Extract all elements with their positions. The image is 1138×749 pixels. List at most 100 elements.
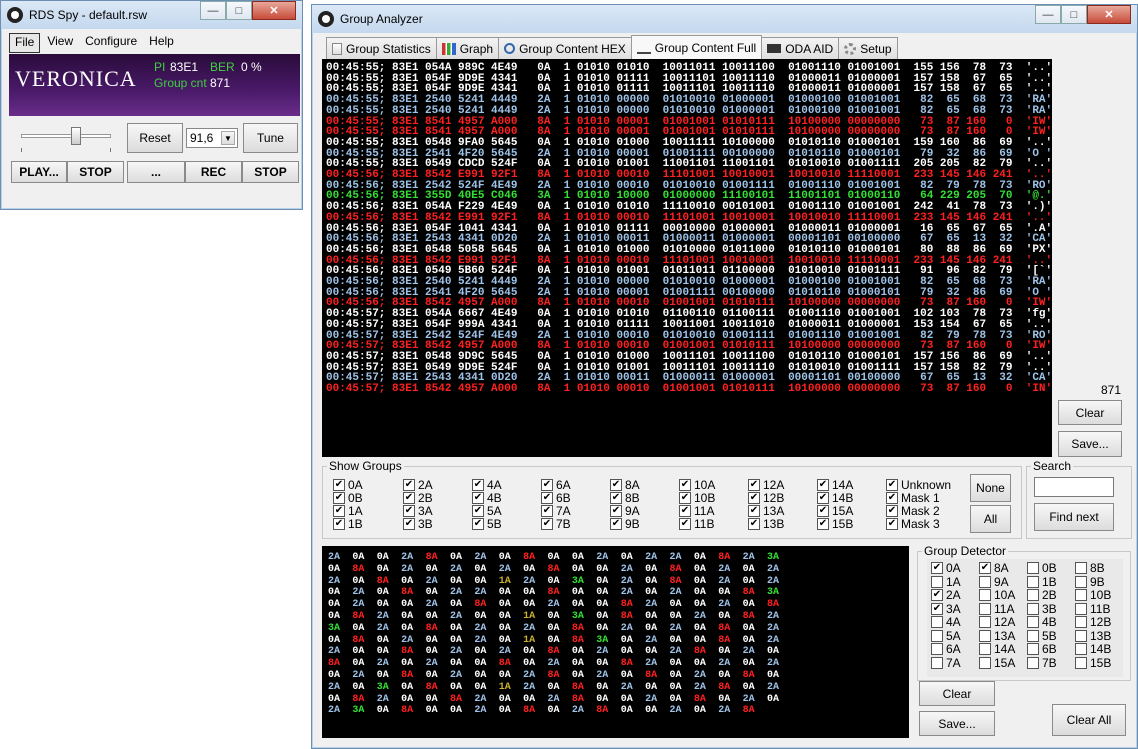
show-group-checkbox[interactable]: ✔ 6B [541, 491, 571, 505]
detector-checkbox[interactable]: 12B [1075, 615, 1111, 629]
detector-checkbox[interactable]: 3B [1027, 602, 1057, 616]
show-group-checkbox[interactable]: ✔ Mask 2 [886, 504, 940, 518]
close-button[interactable]: ✕ [1087, 5, 1131, 24]
detector-checkbox[interactable]: 12A [979, 615, 1015, 629]
show-group-checkbox[interactable]: ✔ 1A [333, 504, 363, 518]
show-group-checkbox[interactable]: ✔ 13A [748, 504, 784, 518]
detector-checkbox[interactable]: ✔ 2A [931, 588, 961, 602]
detector-checkbox[interactable]: 13B [1075, 629, 1111, 643]
detector-checkbox[interactable]: 9A [979, 575, 1009, 589]
detector-save-button[interactable]: Save... [919, 711, 995, 736]
show-group-checkbox[interactable]: ✔ 3A [403, 504, 433, 518]
detector-checkbox[interactable]: 6B [1027, 642, 1057, 656]
tune-button[interactable]: Tune [243, 123, 298, 153]
show-group-checkbox[interactable]: ✔ 9B [610, 517, 640, 531]
show-group-checkbox[interactable]: ✔ 11B [679, 517, 714, 531]
detector-checkbox[interactable]: ✔ 8A [979, 561, 1009, 575]
detector-checkbox[interactable]: 11A [979, 602, 1014, 616]
volume-slider-track[interactable] [21, 134, 111, 138]
minimize-button[interactable]: — [200, 1, 226, 20]
reset-button[interactable]: Reset [127, 123, 183, 153]
show-group-checkbox[interactable]: ✔ 4B [472, 491, 502, 505]
show-group-checkbox[interactable]: ✔ 6A [541, 478, 571, 492]
tab-oda-aid[interactable]: ODA AID [761, 37, 840, 59]
tab-group-content-hex[interactable]: Group Content HEX [498, 37, 632, 59]
show-group-checkbox[interactable]: ✔ 5B [472, 517, 502, 531]
show-group-checkbox[interactable]: ✔ 15A [817, 504, 853, 518]
tab-graph[interactable]: Graph [435, 37, 500, 59]
show-group-checkbox[interactable]: ✔ 3B [403, 517, 433, 531]
menu-view[interactable]: View [42, 33, 78, 53]
show-group-checkbox[interactable]: ✔ 10B [679, 491, 715, 505]
rec-button[interactable]: REC [185, 161, 242, 183]
none-button[interactable]: None [970, 474, 1011, 502]
stop-rec-button[interactable]: STOP [242, 161, 299, 183]
detector-checkbox[interactable]: 7A [931, 656, 961, 670]
menu-file[interactable]: File [9, 33, 41, 53]
detector-checkbox[interactable]: ✔ 0A [931, 561, 961, 575]
detector-checkbox[interactable]: 15A [979, 656, 1015, 670]
close-button[interactable]: ✕ [252, 1, 296, 20]
show-group-checkbox[interactable]: ✔ 1B [333, 517, 363, 531]
show-group-checkbox[interactable]: ✔ 2A [403, 478, 433, 492]
show-group-checkbox[interactable]: ✔ 12A [748, 478, 784, 492]
detector-checkbox[interactable]: 6A [931, 642, 961, 656]
show-group-checkbox[interactable]: ✔ 0A [333, 478, 363, 492]
show-group-checkbox[interactable]: ✔ 8A [610, 478, 640, 492]
show-group-checkbox[interactable]: ✔ 0B [333, 491, 363, 505]
show-group-checkbox[interactable]: ✔ 13B [748, 517, 784, 531]
show-group-checkbox[interactable]: ✔ 2B [403, 491, 433, 505]
detector-checkbox[interactable]: 10A [979, 588, 1015, 602]
detector-checkbox[interactable]: 15B [1075, 656, 1111, 670]
show-group-checkbox[interactable]: ✔ 14A [817, 478, 853, 492]
detector-checkbox[interactable]: 11B [1075, 602, 1110, 616]
show-group-checkbox[interactable]: ✔ 5A [472, 504, 502, 518]
detector-checkbox[interactable]: 4B [1027, 615, 1057, 629]
clear-log-button[interactable]: Clear [1058, 400, 1122, 425]
chevron-down-icon[interactable]: ▼ [221, 131, 235, 145]
tab-setup[interactable]: Setup [838, 37, 898, 59]
detector-checkbox[interactable]: 1B [1027, 575, 1057, 589]
browse-button[interactable]: ... [127, 161, 185, 183]
tab-group-content-full[interactable]: Group Content Full [630, 35, 763, 59]
menu-configure[interactable]: Configure [80, 33, 142, 53]
show-group-checkbox[interactable]: ✔ 10A [679, 478, 715, 492]
detector-checkbox[interactable]: 9B [1075, 575, 1105, 589]
find-next-button[interactable]: Find next [1034, 503, 1114, 531]
stop-play-button[interactable]: STOP [67, 161, 124, 183]
tab-group-statistics[interactable]: Group Statistics [326, 37, 437, 59]
detector-checkbox[interactable]: 5B [1027, 629, 1057, 643]
menu-help[interactable]: Help [144, 33, 179, 53]
show-group-checkbox[interactable]: ✔ 4A [472, 478, 502, 492]
show-group-checkbox[interactable]: ✔ Mask 3 [886, 517, 940, 531]
detector-checkbox[interactable]: 5A [931, 629, 961, 643]
search-input[interactable] [1034, 477, 1114, 497]
show-group-checkbox[interactable]: ✔ Mask 1 [886, 491, 940, 505]
show-group-checkbox[interactable]: ✔ 7B [541, 517, 571, 531]
detector-clear-button[interactable]: Clear [919, 681, 995, 706]
detector-checkbox[interactable]: ✔ 3A [931, 602, 961, 616]
detector-checkbox[interactable]: 4A [931, 615, 961, 629]
volume-slider-thumb[interactable] [71, 127, 81, 145]
detector-checkbox[interactable]: 10B [1075, 588, 1111, 602]
frequency-select[interactable]: 91,6 ▼ [186, 128, 238, 148]
show-group-checkbox[interactable]: ✔ 7A [541, 504, 571, 518]
detector-checkbox[interactable]: 2B [1027, 588, 1057, 602]
show-group-checkbox[interactable]: ✔ 14B [817, 491, 853, 505]
play-button[interactable]: PLAY... [11, 161, 67, 183]
detector-checkbox[interactable]: 0B [1027, 561, 1057, 575]
detector-checkbox[interactable]: 14B [1075, 642, 1111, 656]
maximize-button[interactable]: □ [1061, 5, 1087, 24]
save-log-button[interactable]: Save... [1058, 431, 1122, 457]
show-group-checkbox[interactable]: ✔ 11A [679, 504, 714, 518]
detector-checkbox[interactable]: 1A [931, 575, 961, 589]
all-button[interactable]: All [970, 505, 1011, 533]
clear-all-button[interactable]: Clear All [1052, 704, 1126, 736]
detector-checkbox[interactable]: 8B [1075, 561, 1105, 575]
maximize-button[interactable]: □ [226, 1, 252, 20]
group-log[interactable]: 00:45:55; 83E1 054A 989C 4E49 0A 1 01010… [322, 59, 1052, 457]
show-group-checkbox[interactable]: ✔ 8B [610, 491, 640, 505]
show-group-checkbox[interactable]: ✔ 9A [610, 504, 640, 518]
detector-checkbox[interactable]: 14A [979, 642, 1015, 656]
show-group-checkbox[interactable]: ✔ 12B [748, 491, 784, 505]
